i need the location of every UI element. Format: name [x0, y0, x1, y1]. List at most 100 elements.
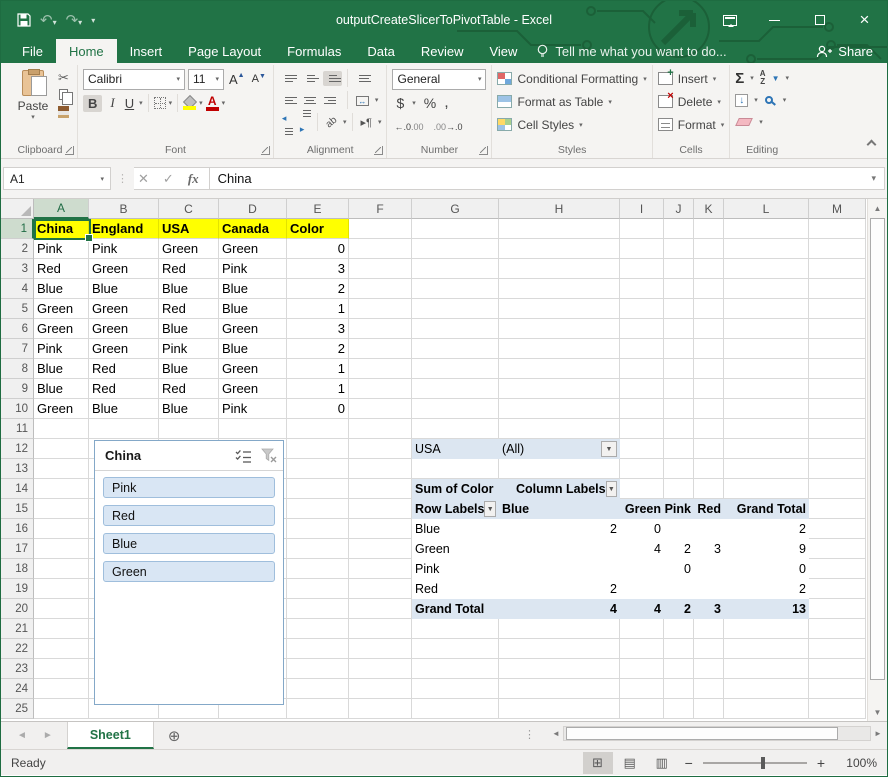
cell-A14[interactable]	[34, 479, 89, 499]
cell-G1[interactable]	[412, 219, 499, 239]
row-header-13[interactable]: 13	[1, 459, 34, 479]
cell-E8[interactable]: 1	[287, 359, 349, 379]
tab-data[interactable]: Data	[354, 39, 407, 63]
cell-B9[interactable]: Red	[89, 379, 159, 399]
cell-K12[interactable]	[694, 439, 724, 459]
cell-I25[interactable]	[620, 699, 664, 719]
next-sheet-icon[interactable]: ►	[43, 730, 53, 741]
cell-C3[interactable]: Red	[159, 259, 219, 279]
tab-review[interactable]: Review	[408, 39, 477, 63]
cell-E17[interactable]	[287, 539, 349, 559]
slicer-item-blue[interactable]: Blue	[103, 533, 275, 554]
underline-dropdown-arrow[interactable]: ▾	[139, 99, 143, 107]
cell-J3[interactable]	[664, 259, 694, 279]
cell-B3[interactable]: Green	[89, 259, 159, 279]
cell-E18[interactable]	[287, 559, 349, 579]
row-header-7[interactable]: 7	[1, 339, 34, 359]
cell-F17[interactable]	[349, 539, 412, 559]
cell-E2[interactable]: 0	[287, 239, 349, 259]
pivot-value-cell[interactable]: 2	[499, 519, 620, 539]
decrease-decimal-button[interactable]: .00→.0	[434, 122, 463, 132]
cell-C1[interactable]: USA	[159, 219, 219, 239]
cell-M8[interactable]	[809, 359, 866, 379]
column-header-J[interactable]: J	[664, 199, 694, 219]
cell-B8[interactable]: Red	[89, 359, 159, 379]
horizontal-scrollbar-track[interactable]	[563, 726, 871, 741]
pivot-filter-dropdown-button[interactable]: ▼	[601, 441, 617, 457]
cell-G3[interactable]	[412, 259, 499, 279]
cell-M20[interactable]	[809, 599, 866, 619]
cell-A4[interactable]: Blue	[34, 279, 89, 299]
cell-C11[interactable]	[159, 419, 219, 439]
cell-M15[interactable]	[809, 499, 866, 519]
fill-button[interactable]: ↓	[735, 94, 748, 107]
row-header-22[interactable]: 22	[1, 639, 34, 659]
cell-I9[interactable]	[620, 379, 664, 399]
conditional-formatting-button[interactable]: Conditional Formatting▾	[497, 68, 646, 89]
cell-G6[interactable]	[412, 319, 499, 339]
cell-K24[interactable]	[694, 679, 724, 699]
merge-dropdown-arrow[interactable]: ▾	[375, 96, 379, 104]
cell-M5[interactable]	[809, 299, 866, 319]
cell-M10[interactable]	[809, 399, 866, 419]
cell-F18[interactable]	[349, 559, 412, 579]
row-header-12[interactable]: 12	[1, 439, 34, 459]
column-header-I[interactable]: I	[620, 199, 664, 219]
slicer-item-green[interactable]: Green	[103, 561, 275, 582]
cell-A16[interactable]	[34, 519, 89, 539]
cell-G13[interactable]	[412, 459, 499, 479]
cell-J1[interactable]	[664, 219, 694, 239]
cell-J7[interactable]	[664, 339, 694, 359]
cell-L23[interactable]	[724, 659, 809, 679]
number-format-combo[interactable]: General▾	[392, 69, 486, 90]
increase-indent-button[interactable]: ▸	[297, 106, 312, 139]
cell-D6[interactable]: Green	[219, 319, 287, 339]
cell-D1[interactable]: Canada	[219, 219, 287, 239]
cell-F4[interactable]	[349, 279, 412, 299]
cell-styles-button[interactable]: Cell Styles▾	[497, 114, 646, 135]
pivot-filter-field[interactable]: USA	[412, 439, 499, 459]
fill-color-dropdown-arrow[interactable]: ▾	[199, 99, 203, 107]
multi-select-icon[interactable]	[235, 449, 252, 463]
accounting-dropdown-arrow[interactable]: ▾	[412, 99, 416, 107]
cell-B6[interactable]: Green	[89, 319, 159, 339]
cell-C5[interactable]: Red	[159, 299, 219, 319]
cell-L12[interactable]	[724, 439, 809, 459]
bottom-align-button[interactable]	[323, 71, 342, 86]
cell-G9[interactable]	[412, 379, 499, 399]
cell-M2[interactable]	[809, 239, 866, 259]
cell-H11[interactable]	[499, 419, 620, 439]
cell-G4[interactable]	[412, 279, 499, 299]
pivot-row-label-blue[interactable]: Blue	[412, 519, 499, 539]
cell-A3[interactable]: Red	[34, 259, 89, 279]
cell-G2[interactable]	[412, 239, 499, 259]
sort-filter-dropdown-arrow[interactable]: ▾	[786, 74, 790, 82]
pivot-value-cell[interactable]	[694, 519, 724, 539]
pivot-value-cell[interactable]: 3	[694, 539, 724, 559]
cell-F16[interactable]	[349, 519, 412, 539]
middle-align-button[interactable]	[301, 71, 320, 86]
cell-K23[interactable]	[694, 659, 724, 679]
format-as-table-button[interactable]: Format as Table▾	[497, 91, 646, 112]
cell-I5[interactable]	[620, 299, 664, 319]
cell-J22[interactable]	[664, 639, 694, 659]
cell-L1[interactable]	[724, 219, 809, 239]
cell-K6[interactable]	[694, 319, 724, 339]
cell-H22[interactable]	[499, 639, 620, 659]
row-header-3[interactable]: 3	[1, 259, 34, 279]
cell-E10[interactable]: 0	[287, 399, 349, 419]
cell-A21[interactable]	[34, 619, 89, 639]
scroll-left-icon[interactable]: ◄	[549, 729, 563, 738]
cell-K8[interactable]	[694, 359, 724, 379]
row-header-2[interactable]: 2	[1, 239, 34, 259]
cell-I24[interactable]	[620, 679, 664, 699]
orientation-button[interactable]: ab	[320, 111, 343, 133]
cell-I14[interactable]	[620, 479, 664, 499]
cell-B10[interactable]: Blue	[89, 399, 159, 419]
cell-F9[interactable]	[349, 379, 412, 399]
pivot-col-header-grand-total[interactable]: Grand Total	[724, 499, 809, 519]
cell-K13[interactable]	[694, 459, 724, 479]
pivot-row-label-red[interactable]: Red	[412, 579, 499, 599]
column-header-G[interactable]: G	[412, 199, 499, 219]
zoom-slider-handle[interactable]	[761, 757, 765, 769]
